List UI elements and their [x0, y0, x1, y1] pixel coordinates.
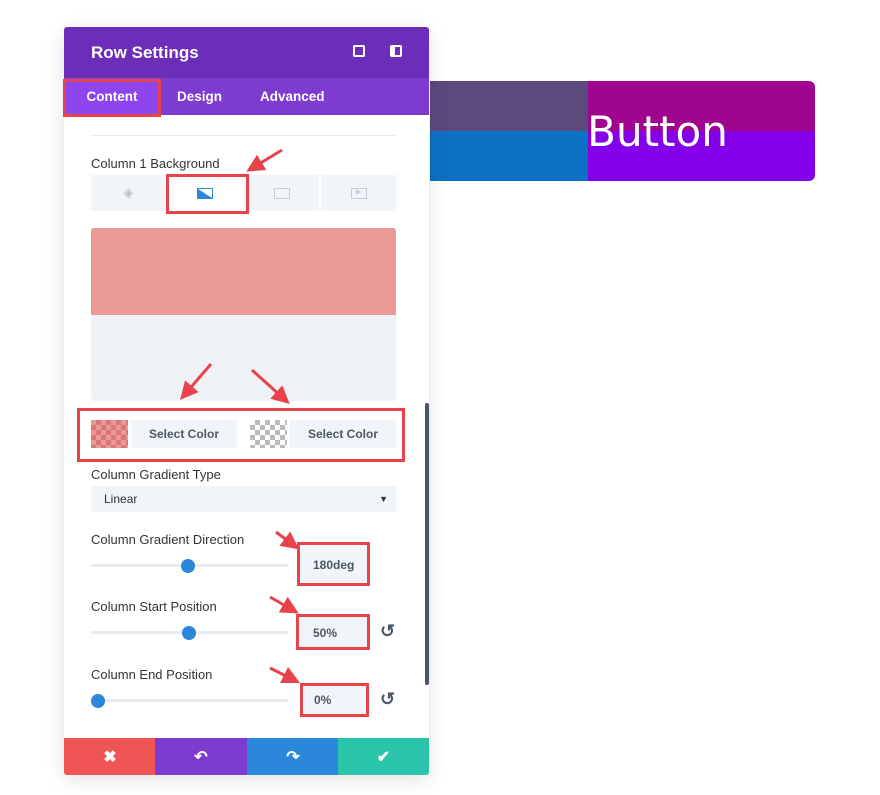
- arrow-icon: [269, 595, 299, 614]
- arrow-icon: [269, 666, 301, 684]
- arrow-icon: [275, 530, 300, 550]
- annotation-arrows: [180, 148, 301, 684]
- arrow-icon: [180, 363, 213, 400]
- arrow-icon: [250, 368, 290, 405]
- arrow-icon: [246, 148, 283, 172]
